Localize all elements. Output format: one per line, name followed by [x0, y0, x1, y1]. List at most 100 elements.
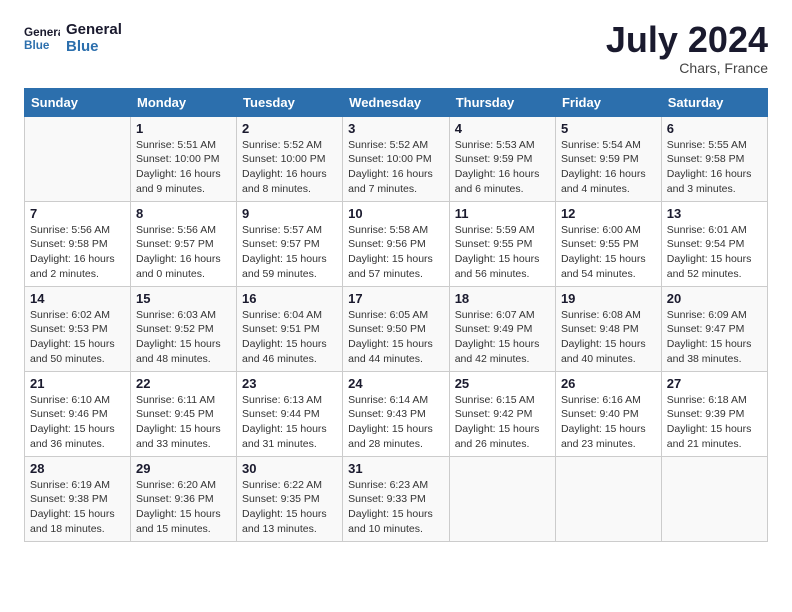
col-header-wednesday: Wednesday — [343, 88, 450, 116]
calendar-cell — [661, 456, 767, 541]
day-number: 4 — [455, 121, 550, 136]
day-number: 3 — [348, 121, 444, 136]
day-number: 23 — [242, 376, 337, 391]
day-number: 9 — [242, 206, 337, 221]
day-info: Sunrise: 6:01 AMSunset: 9:54 PMDaylight:… — [667, 223, 762, 282]
logo: General Blue GeneralBlue — [24, 20, 122, 56]
day-number: 24 — [348, 376, 444, 391]
day-number: 2 — [242, 121, 337, 136]
day-number: 25 — [455, 376, 550, 391]
svg-text:Blue: Blue — [24, 39, 50, 52]
day-info: Sunrise: 6:14 AMSunset: 9:43 PMDaylight:… — [348, 393, 444, 452]
day-info: Sunrise: 6:02 AMSunset: 9:53 PMDaylight:… — [30, 308, 125, 367]
calendar-cell: 2 Sunrise: 5:52 AMSunset: 10:00 PMDayligh… — [237, 116, 343, 201]
day-number: 26 — [561, 376, 656, 391]
calendar-cell: 13 Sunrise: 6:01 AMSunset: 9:54 PMDayligh… — [661, 201, 767, 286]
month-title: July 2024 — [606, 20, 768, 60]
day-number: 21 — [30, 376, 125, 391]
day-info: Sunrise: 6:15 AMSunset: 9:42 PMDaylight:… — [455, 393, 550, 452]
day-info: Sunrise: 5:59 AMSunset: 9:55 PMDaylight:… — [455, 223, 550, 282]
day-number: 16 — [242, 291, 337, 306]
day-number: 18 — [455, 291, 550, 306]
day-number: 11 — [455, 206, 550, 221]
calendar-cell: 26Sunrise: 6:16 AMSunset: 9:40 PMDayligh… — [555, 371, 661, 456]
svg-text:General: General — [24, 26, 60, 39]
day-number: 17 — [348, 291, 444, 306]
day-info: Sunrise: 6:03 AMSunset: 9:52 PMDaylight:… — [136, 308, 231, 367]
calendar-cell: 1Sunrise: 5:51 AMSunset: 10:00 PMDayligh… — [131, 116, 237, 201]
day-number: 29 — [136, 461, 231, 476]
calendar-cell: 22 Sunrise: 6:11 AMSunset: 9:45 PMDayligh… — [131, 371, 237, 456]
col-header-sunday: Sunday — [25, 88, 131, 116]
calendar-cell: 23 Sunrise: 6:13 AMSunset: 9:44 PMDayligh… — [237, 371, 343, 456]
day-number: 31 — [348, 461, 444, 476]
day-number: 20 — [667, 291, 762, 306]
header: General Blue GeneralBlue July 2024 Chars… — [24, 20, 768, 76]
calendar-cell: 4Sunrise: 5:53 AMSunset: 9:59 PMDaylight… — [449, 116, 555, 201]
day-info: Sunrise: 5:52 AMSunset: 10:00 PMDaylight… — [348, 138, 444, 197]
day-info: Sunrise: 6:04 AMSunset: 9:51 PMDaylight:… — [242, 308, 337, 367]
day-info: Sunrise: 6:07 AMSunset: 9:49 PMDaylight:… — [455, 308, 550, 367]
day-info: Sunrise: 6:23 AMSunset: 9:33 PMDaylight:… — [348, 478, 444, 537]
day-number: 1 — [136, 121, 231, 136]
day-number: 5 — [561, 121, 656, 136]
day-number: 19 — [561, 291, 656, 306]
calendar-cell — [25, 116, 131, 201]
day-number: 12 — [561, 206, 656, 221]
day-info: Sunrise: 6:08 AMSunset: 9:48 PMDaylight:… — [561, 308, 656, 367]
calendar-cell: 30Sunrise: 6:22 AMSunset: 9:35 PMDayligh… — [237, 456, 343, 541]
day-number: 13 — [667, 206, 762, 221]
day-number: 8 — [136, 206, 231, 221]
calendar-cell: 24 Sunrise: 6:14 AMSunset: 9:43 PMDayligh… — [343, 371, 450, 456]
calendar-cell: 12Sunrise: 6:00 AMSunset: 9:55 PMDayligh… — [555, 201, 661, 286]
calendar-cell: 19 Sunrise: 6:08 AMSunset: 9:48 PMDayligh… — [555, 286, 661, 371]
day-info: Sunrise: 6:11 AMSunset: 9:45 PMDaylight:… — [136, 393, 231, 452]
week-row-3: 14Sunrise: 6:02 AMSunset: 9:53 PMDayligh… — [25, 286, 768, 371]
calendar-cell: 17 Sunrise: 6:05 AMSunset: 9:50 PMDayligh… — [343, 286, 450, 371]
calendar-cell: 28 Sunrise: 6:19 AMSunset: 9:38 PMDayligh… — [25, 456, 131, 541]
day-info: Sunrise: 5:54 AMSunset: 9:59 PMDaylight:… — [561, 138, 656, 197]
day-info: Sunrise: 6:19 AMSunset: 9:38 PMDaylight:… — [30, 478, 125, 537]
calendar-cell: 8Sunrise: 5:56 AMSunset: 9:57 PMDaylight… — [131, 201, 237, 286]
day-info: Sunrise: 6:13 AMSunset: 9:44 PMDaylight:… — [242, 393, 337, 452]
day-number: 28 — [30, 461, 125, 476]
location: Chars, France — [606, 60, 768, 76]
day-info: Sunrise: 6:10 AMSunset: 9:46 PMDaylight:… — [30, 393, 125, 452]
col-header-tuesday: Tuesday — [237, 88, 343, 116]
calendar-cell: 27Sunrise: 6:18 AMSunset: 9:39 PMDayligh… — [661, 371, 767, 456]
day-number: 6 — [667, 121, 762, 136]
calendar-cell: 14Sunrise: 6:02 AMSunset: 9:53 PMDayligh… — [25, 286, 131, 371]
week-row-1: 1Sunrise: 5:51 AMSunset: 10:00 PMDayligh… — [25, 116, 768, 201]
day-info: Sunrise: 6:09 AMSunset: 9:47 PMDaylight:… — [667, 308, 762, 367]
day-number: 7 — [30, 206, 125, 221]
calendar-cell: 10 Sunrise: 5:58 AMSunset: 9:56 PMDayligh… — [343, 201, 450, 286]
calendar-cell: 25 Sunrise: 6:15 AMSunset: 9:42 PMDayligh… — [449, 371, 555, 456]
day-info: Sunrise: 5:58 AMSunset: 9:56 PMDaylight:… — [348, 223, 444, 282]
week-row-5: 28 Sunrise: 6:19 AMSunset: 9:38 PMDayligh… — [25, 456, 768, 541]
week-row-2: 7Sunrise: 5:56 AMSunset: 9:58 PMDaylight… — [25, 201, 768, 286]
col-header-thursday: Thursday — [449, 88, 555, 116]
calendar-cell: 6 Sunrise: 5:55 AMSunset: 9:58 PMDaylight… — [661, 116, 767, 201]
calendar-cell: 21 Sunrise: 6:10 AMSunset: 9:46 PMDayligh… — [25, 371, 131, 456]
calendar-cell: 9 Sunrise: 5:57 AMSunset: 9:57 PMDaylight… — [237, 201, 343, 286]
calendar-cell — [449, 456, 555, 541]
day-info: Sunrise: 5:57 AMSunset: 9:57 PMDaylight:… — [242, 223, 337, 282]
day-info: Sunrise: 5:52 AMSunset: 10:00 PMDaylight… — [242, 138, 337, 197]
day-info: Sunrise: 5:55 AMSunset: 9:58 PMDaylight:… — [667, 138, 762, 197]
calendar-cell: 5 Sunrise: 5:54 AMSunset: 9:59 PMDaylight… — [555, 116, 661, 201]
calendar-cell: 11 Sunrise: 5:59 AMSunset: 9:55 PMDayligh… — [449, 201, 555, 286]
day-number: 27 — [667, 376, 762, 391]
calendar-table: SundayMondayTuesdayWednesdayThursdayFrid… — [24, 88, 768, 542]
logo-text: GeneralBlue — [66, 21, 122, 55]
day-number: 22 — [136, 376, 231, 391]
day-info: Sunrise: 6:05 AMSunset: 9:50 PMDaylight:… — [348, 308, 444, 367]
day-number: 10 — [348, 206, 444, 221]
day-number: 30 — [242, 461, 337, 476]
col-header-friday: Friday — [555, 88, 661, 116]
day-number: 15 — [136, 291, 231, 306]
calendar-cell: 3 Sunrise: 5:52 AMSunset: 10:00 PMDayligh… — [343, 116, 450, 201]
calendar-cell: 20 Sunrise: 6:09 AMSunset: 9:47 PMDayligh… — [661, 286, 767, 371]
col-header-saturday: Saturday — [661, 88, 767, 116]
calendar-cell: 18 Sunrise: 6:07 AMSunset: 9:49 PMDayligh… — [449, 286, 555, 371]
calendar-cell: 16 Sunrise: 6:04 AMSunset: 9:51 PMDayligh… — [237, 286, 343, 371]
